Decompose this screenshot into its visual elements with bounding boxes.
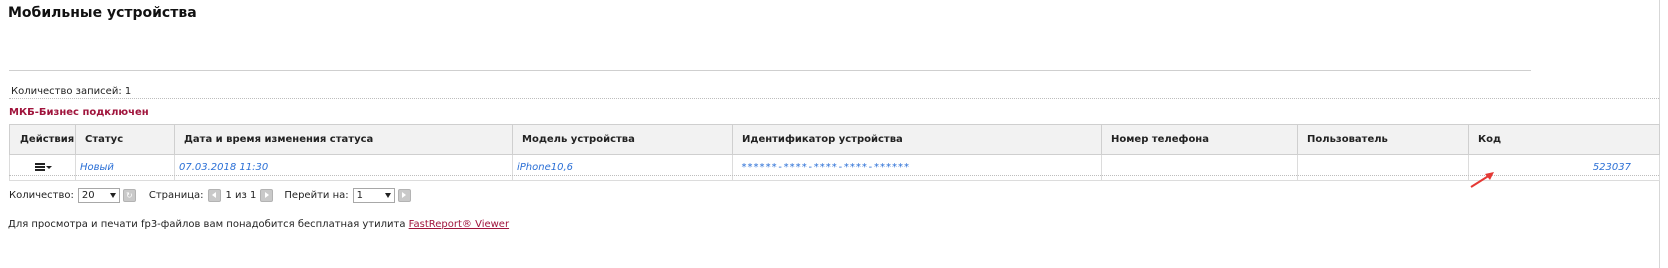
page-value: 1 из 1: [225, 189, 257, 201]
row-datetime[interactable]: 07.03.2018 11:30: [174, 154, 513, 181]
row-model[interactable]: iPhone10,6: [512, 154, 733, 181]
goto-select-value: 1: [356, 189, 363, 201]
column-header-code[interactable]: Код: [1468, 124, 1660, 155]
column-header-datetime[interactable]: Дата и время изменения статуса: [174, 124, 513, 155]
count-select[interactable]: 20: [77, 187, 120, 203]
column-header-actions[interactable]: Действия: [9, 124, 76, 155]
row-actions-cell: [9, 154, 76, 181]
column-header-phone[interactable]: Номер телефона: [1101, 124, 1298, 155]
table-bottom-divider: [9, 175, 1659, 176]
menu-dropdown-icon[interactable]: [34, 162, 52, 172]
page-label: Страница:: [148, 189, 204, 201]
prev-page-icon[interactable]: [207, 188, 221, 202]
table-row[interactable]: Новый 07.03.2018 11:30 iPhone10,6 ******…: [9, 154, 1660, 181]
footer-note: Для просмотра и печати fp3-файлов вам по…: [8, 219, 509, 230]
goto-label: Перейти на:: [284, 189, 349, 201]
next-page-icon[interactable]: [260, 188, 274, 202]
row-status[interactable]: Новый: [75, 154, 175, 181]
fastreport-viewer-link[interactable]: FastReport® Viewer: [409, 219, 509, 230]
row-device-id[interactable]: ******-****-****-****-******: [732, 154, 1102, 181]
records-divider: [9, 98, 1659, 99]
column-header-device-id[interactable]: Идентификатор устройства: [732, 124, 1102, 155]
records-count: Количество записей: 1: [11, 86, 132, 97]
devices-table: Действия Статус Дата и время изменения с…: [9, 124, 1660, 181]
refresh-icon[interactable]: ↻: [122, 188, 136, 202]
column-header-model[interactable]: Модель устройства: [512, 124, 733, 155]
header-divider: [9, 70, 1531, 71]
row-user: [1297, 154, 1469, 181]
table-header-row: Действия Статус Дата и время изменения с…: [9, 124, 1660, 155]
chevron-down-icon: [384, 192, 391, 198]
column-header-user[interactable]: Пользователь: [1297, 124, 1469, 155]
footer-text: Для просмотра и печати fp3-файлов вам по…: [8, 219, 409, 230]
row-phone: [1101, 154, 1298, 181]
count-select-value: 20: [81, 189, 95, 201]
goto-select[interactable]: 1: [352, 187, 395, 203]
pager: Количество: 20 ↻ Страница: 1 из 1 Перейт…: [9, 187, 411, 203]
column-header-status[interactable]: Статус: [75, 124, 175, 155]
chevron-down-icon: [109, 192, 116, 198]
annotation-arrow-icon: [1470, 172, 1494, 188]
page-title: Мобильные устройства: [8, 5, 197, 21]
count-label: Количество:: [9, 189, 74, 201]
mkb-business-status: МКБ-Бизнес подключен: [9, 107, 149, 118]
go-icon[interactable]: [397, 188, 411, 202]
